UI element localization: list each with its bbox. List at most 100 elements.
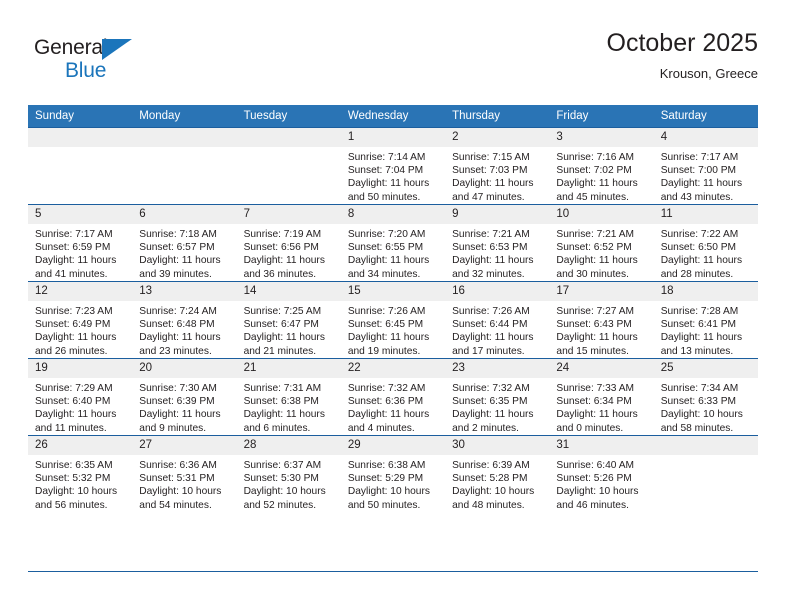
day-cell[interactable]: 3 Sunrise: 7:16 AM Sunset: 7:02 PM Dayli… bbox=[549, 127, 654, 205]
day-cell[interactable]: 18 Sunrise: 7:28 AM Sunset: 6:41 PM Dayl… bbox=[653, 281, 758, 359]
day-number: 23 bbox=[445, 359, 550, 378]
day-details: Sunrise: 7:31 AM Sunset: 6:38 PM Dayligh… bbox=[237, 378, 341, 435]
logo-text-blue: Blue bbox=[65, 59, 107, 82]
sunset-text: Sunset: 5:29 PM bbox=[347, 473, 424, 485]
sunrise-text: Sunrise: 7:31 AM bbox=[243, 383, 322, 394]
sunrise-text: Sunrise: 7:34 AM bbox=[660, 383, 739, 394]
day-number: 9 bbox=[445, 205, 550, 224]
daylight-text: Daylight: 10 hours and 46 minutes. bbox=[556, 486, 639, 511]
day-cell[interactable]: 15 Sunrise: 7:26 AM Sunset: 6:45 PM Dayl… bbox=[340, 281, 446, 359]
daylight-text: Daylight: 11 hours and 15 minutes. bbox=[556, 332, 638, 357]
sunrise-text: Sunrise: 7:26 AM bbox=[452, 306, 530, 317]
day-cell[interactable]: 17 Sunrise: 7:27 AM Sunset: 6:43 PM Dayl… bbox=[549, 281, 654, 359]
day-cell[interactable]: 7 Sunrise: 7:19 AM Sunset: 6:56 PM Dayli… bbox=[236, 204, 341, 282]
sunrise-text: Sunrise: 7:18 AM bbox=[139, 229, 217, 240]
day-cell[interactable] bbox=[653, 435, 758, 512]
sunset-text: Sunset: 6:40 PM bbox=[35, 396, 111, 408]
weekday-header-saturday: Saturday bbox=[653, 105, 758, 128]
day-cell[interactable]: 30 Sunrise: 6:39 AM Sunset: 5:28 PM Dayl… bbox=[445, 435, 550, 512]
sunset-text: Sunset: 7:00 PM bbox=[660, 165, 737, 177]
sunset-text: Sunset: 6:52 PM bbox=[556, 242, 632, 254]
sunset-text: Sunset: 6:38 PM bbox=[243, 396, 319, 408]
day-cell[interactable] bbox=[132, 127, 237, 205]
day-details: Sunrise: 6:38 AM Sunset: 5:29 PM Dayligh… bbox=[341, 455, 445, 512]
daylight-text: Daylight: 11 hours and 36 minutes. bbox=[243, 255, 325, 280]
day-cell[interactable]: 27 Sunrise: 6:36 AM Sunset: 5:31 PM Dayl… bbox=[132, 435, 237, 512]
day-details: Sunrise: 7:33 AM Sunset: 6:34 PM Dayligh… bbox=[549, 378, 653, 435]
weekday-header-friday: Friday bbox=[549, 105, 654, 128]
day-cell[interactable]: 4 Sunrise: 7:17 AM Sunset: 7:00 PM Dayli… bbox=[653, 127, 758, 205]
day-cell[interactable]: 11 Sunrise: 7:22 AM Sunset: 6:50 PM Dayl… bbox=[653, 204, 758, 282]
day-cell[interactable]: 22 Sunrise: 7:32 AM Sunset: 6:36 PM Dayl… bbox=[340, 358, 446, 436]
day-details: Sunrise: 7:21 AM Sunset: 6:53 PM Dayligh… bbox=[445, 224, 549, 281]
sunset-text: Sunset: 5:32 PM bbox=[35, 473, 111, 485]
day-cell[interactable]: 1 Sunrise: 7:14 AM Sunset: 7:04 PM Dayli… bbox=[340, 127, 446, 205]
sunrise-text: Sunrise: 7:27 AM bbox=[556, 306, 634, 317]
day-details: Sunrise: 7:19 AM Sunset: 6:56 PM Dayligh… bbox=[237, 224, 341, 281]
day-cell[interactable] bbox=[236, 127, 341, 205]
sunrise-text: Sunrise: 7:24 AM bbox=[139, 306, 217, 317]
day-cell[interactable]: 5 Sunrise: 7:17 AM Sunset: 6:59 PM Dayli… bbox=[28, 204, 133, 282]
sunrise-text: Sunrise: 7:16 AM bbox=[556, 152, 634, 163]
day-number bbox=[28, 128, 133, 147]
day-cell[interactable]: 10 Sunrise: 7:21 AM Sunset: 6:52 PM Dayl… bbox=[549, 204, 654, 282]
day-cell[interactable]: 26 Sunrise: 6:35 AM Sunset: 5:32 PM Dayl… bbox=[28, 435, 133, 512]
daylight-text: Daylight: 11 hours and 2 minutes. bbox=[452, 409, 534, 434]
day-cell[interactable]: 19 Sunrise: 7:29 AM Sunset: 6:40 PM Dayl… bbox=[28, 358, 133, 436]
day-cell[interactable]: 23 Sunrise: 7:32 AM Sunset: 6:35 PM Dayl… bbox=[445, 358, 550, 436]
sunset-text: Sunset: 6:56 PM bbox=[243, 242, 319, 254]
day-number: 4 bbox=[653, 128, 758, 147]
sunset-text: Sunset: 5:28 PM bbox=[452, 473, 528, 485]
sunset-text: Sunset: 6:39 PM bbox=[139, 396, 215, 408]
day-cell[interactable]: 6 Sunrise: 7:18 AM Sunset: 6:57 PM Dayli… bbox=[132, 204, 237, 282]
day-details: Sunrise: 7:28 AM Sunset: 6:41 PM Dayligh… bbox=[654, 301, 758, 358]
sunset-text: Sunset: 6:44 PM bbox=[452, 319, 528, 331]
day-cell[interactable]: 31 Sunrise: 6:40 AM Sunset: 5:26 PM Dayl… bbox=[549, 435, 654, 512]
day-cell[interactable]: 13 Sunrise: 7:24 AM Sunset: 6:48 PM Dayl… bbox=[132, 281, 237, 359]
daylight-text: Daylight: 11 hours and 26 minutes. bbox=[35, 332, 117, 357]
daylight-text: Daylight: 11 hours and 32 minutes. bbox=[452, 255, 534, 280]
day-cell[interactable]: 25 Sunrise: 7:34 AM Sunset: 6:33 PM Dayl… bbox=[653, 358, 758, 436]
day-cell[interactable]: 12 Sunrise: 7:23 AM Sunset: 6:49 PM Dayl… bbox=[28, 281, 133, 359]
day-details: Sunrise: 6:40 AM Sunset: 5:26 PM Dayligh… bbox=[549, 455, 653, 512]
day-number: 13 bbox=[132, 282, 237, 301]
day-number: 11 bbox=[653, 205, 758, 224]
daylight-text: Daylight: 11 hours and 47 minutes. bbox=[452, 178, 534, 203]
calendar-page: General Blue October 2025 Krouson, Greec… bbox=[0, 0, 792, 612]
day-cell[interactable]: 28 Sunrise: 6:37 AM Sunset: 5:30 PM Dayl… bbox=[236, 435, 341, 512]
day-cell[interactable]: 20 Sunrise: 7:30 AM Sunset: 6:39 PM Dayl… bbox=[132, 358, 237, 436]
calendar-grid: Sunday Monday Tuesday Wednesday Thursday… bbox=[28, 105, 758, 512]
sunrise-text: Sunrise: 7:20 AM bbox=[347, 229, 426, 240]
daylight-text: Daylight: 11 hours and 19 minutes. bbox=[347, 332, 430, 357]
day-cell[interactable]: 21 Sunrise: 7:31 AM Sunset: 6:38 PM Dayl… bbox=[236, 358, 341, 436]
logo-text-general: General bbox=[34, 36, 108, 59]
day-number: 14 bbox=[236, 282, 341, 301]
daylight-text: Daylight: 11 hours and 41 minutes. bbox=[35, 255, 117, 280]
day-number: 26 bbox=[28, 436, 133, 455]
day-cell[interactable]: 2 Sunrise: 7:15 AM Sunset: 7:03 PM Dayli… bbox=[445, 127, 550, 205]
day-number: 12 bbox=[28, 282, 133, 301]
day-cell[interactable]: 14 Sunrise: 7:25 AM Sunset: 6:47 PM Dayl… bbox=[236, 281, 341, 359]
sunset-text: Sunset: 6:45 PM bbox=[347, 319, 424, 331]
day-cell[interactable]: 29 Sunrise: 6:38 AM Sunset: 5:29 PM Dayl… bbox=[340, 435, 446, 512]
daylight-text: Daylight: 10 hours and 56 minutes. bbox=[35, 486, 118, 511]
daylight-text: Daylight: 11 hours and 21 minutes. bbox=[243, 332, 325, 357]
day-number: 8 bbox=[340, 205, 446, 224]
calendar-head: Sunday Monday Tuesday Wednesday Thursday… bbox=[28, 105, 758, 128]
day-cell[interactable]: 9 Sunrise: 7:21 AM Sunset: 6:53 PM Dayli… bbox=[445, 204, 550, 282]
day-number: 30 bbox=[445, 436, 550, 455]
sunset-text: Sunset: 7:02 PM bbox=[556, 165, 632, 177]
day-number: 24 bbox=[549, 359, 654, 378]
day-cell[interactable]: 8 Sunrise: 7:20 AM Sunset: 6:55 PM Dayli… bbox=[340, 204, 446, 282]
day-details: Sunrise: 7:17 AM Sunset: 6:59 PM Dayligh… bbox=[28, 224, 132, 281]
day-details: Sunrise: 7:23 AM Sunset: 6:49 PM Dayligh… bbox=[28, 301, 132, 358]
day-cell[interactable]: 16 Sunrise: 7:26 AM Sunset: 6:44 PM Dayl… bbox=[445, 281, 550, 359]
daylight-text: Daylight: 11 hours and 13 minutes. bbox=[660, 332, 743, 357]
day-cell[interactable]: 24 Sunrise: 7:33 AM Sunset: 6:34 PM Dayl… bbox=[549, 358, 654, 436]
calendar-body: 1 Sunrise: 7:14 AM Sunset: 7:04 PM Dayli… bbox=[28, 127, 758, 512]
sunrise-text: Sunrise: 7:25 AM bbox=[243, 306, 322, 317]
page-header: General Blue October 2025 Krouson, Greec… bbox=[28, 28, 758, 94]
day-details: Sunrise: 6:37 AM Sunset: 5:30 PM Dayligh… bbox=[237, 455, 341, 512]
day-details: Sunrise: 7:18 AM Sunset: 6:57 PM Dayligh… bbox=[132, 224, 236, 281]
day-cell[interactable] bbox=[28, 127, 133, 205]
